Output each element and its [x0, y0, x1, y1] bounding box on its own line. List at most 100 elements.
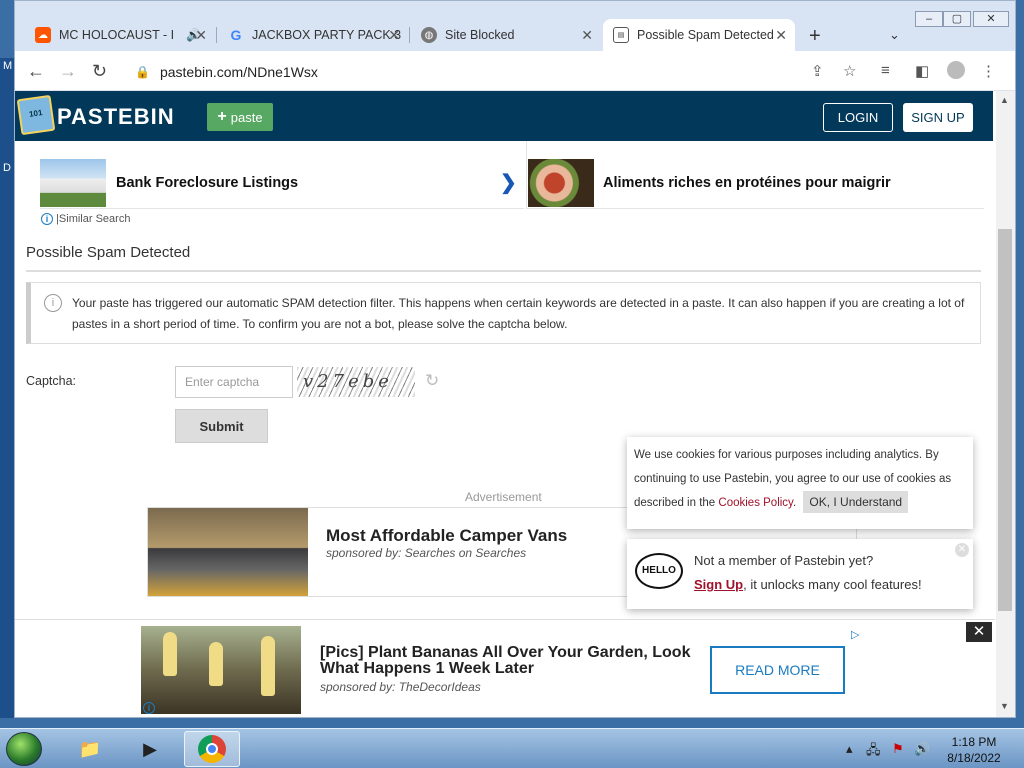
reload-icon[interactable]: ↻ — [92, 61, 107, 81]
tab-title: Possible Spam Detected — [637, 28, 774, 42]
cookie-text-end: . — [792, 497, 797, 509]
system-clock[interactable]: 1:18 PM 8/18/2022 — [938, 734, 1010, 766]
minimize-icon[interactable]: – — [915, 11, 943, 27]
signup-link[interactable]: Sign Up — [694, 577, 743, 592]
action-center-icon[interactable]: ⚑ — [892, 741, 904, 757]
reading-list-icon[interactable]: ≡ — [881, 62, 890, 79]
address-bar[interactable]: 🔒 pastebin.com/NDne1Wsx — [127, 57, 1007, 87]
spam-notice: i Your paste has triggered our automatic… — [26, 282, 981, 344]
ad-headline: [Pics] Plant Bananas All Over Your Garde… — [320, 644, 691, 677]
food-thumbnail — [528, 159, 594, 207]
start-button[interactable] — [6, 732, 42, 766]
promo-text: Not a member of Pastebin yet? — [694, 553, 874, 568]
new-paste-label: paste — [230, 109, 263, 125]
tab-title: MC HOLOCAUST - I — [59, 28, 175, 42]
info-icon[interactable]: i — [143, 702, 155, 714]
taskbar: 📁 ▶ ▴ 🖧 ⚑ 🔊 1:18 PM 8/18/2022 — [0, 728, 1024, 768]
globe-icon: ◍ — [421, 27, 437, 43]
tab-google[interactable]: G JACKBOX PARTY PACK 3 ✕ — [218, 19, 408, 51]
close-ad-icon[interactable]: ✕ — [966, 622, 992, 642]
desktop-icon-label: M — [3, 60, 13, 72]
cookie-banner: We use cookies for various purposes incl… — [627, 437, 973, 529]
similar-search[interactable]: i |Similar Search — [41, 213, 130, 225]
tab-site-blocked[interactable]: ◍ Site Blocked ✕ — [411, 19, 601, 51]
tab-possible-spam[interactable]: ▤ Possible Spam Detected ✕ — [603, 19, 795, 51]
profile-avatar-icon[interactable] — [947, 61, 965, 79]
ad-headline: Aliments riches en protéines pour maigri… — [603, 175, 891, 191]
promo-text-2: Sign Up, it unlocks many cool features! — [694, 577, 922, 592]
sticky-bottom-ad[interactable]: ✕ [Pics] Plant Bananas All Over Your Gar… — [15, 619, 995, 717]
info-icon: i — [44, 294, 62, 312]
captcha-image: v27ebe — [297, 367, 415, 397]
submit-button[interactable]: Submit — [175, 409, 268, 443]
house-thumbnail — [40, 159, 106, 207]
scrollbar-thumb[interactable] — [998, 229, 1012, 611]
share-icon[interactable]: ⇪ — [811, 62, 824, 80]
desktop-icon-label: D — [3, 162, 11, 174]
tab-search-chevron-icon[interactable]: ⌄ — [889, 27, 900, 43]
volume-icon[interactable]: 🔊 — [914, 741, 930, 757]
ad-headline: Bank Foreclosure Listings — [116, 175, 299, 191]
brand-name[interactable]: PASTEBIN — [57, 104, 175, 130]
side-panel-icon[interactable]: ◧ — [915, 62, 929, 80]
similar-search-label: |Similar Search — [56, 213, 131, 225]
tab-separator — [216, 27, 217, 43]
banana-garden-image — [141, 626, 301, 714]
camper-van-image — [148, 508, 308, 596]
page-title: Possible Spam Detected — [26, 244, 191, 261]
show-hidden-icons[interactable]: ▴ — [846, 741, 853, 757]
close-tab-icon[interactable]: ✕ — [581, 27, 593, 44]
menu-kebab-icon[interactable]: ⋮ — [981, 62, 996, 80]
browser-toolbar: ← → ↻ 🔒 pastebin.com/NDne1Wsx ⇪ ☆ ≡ ◧ ⋮ — [15, 51, 1015, 91]
divider — [26, 270, 981, 272]
forward-arrow-icon[interactable]: → — [59, 61, 77, 81]
desktop-edge: M D — [0, 58, 14, 718]
new-tab-icon[interactable]: + — [809, 25, 821, 48]
chevron-right-icon: ❯ — [500, 172, 517, 194]
scroll-down-icon[interactable]: ▼ — [1000, 701, 1009, 711]
maximize-icon[interactable]: ▢ — [943, 11, 971, 27]
info-icon[interactable]: i — [41, 213, 53, 225]
close-tab-icon[interactable]: ✕ — [388, 27, 400, 44]
signup-button[interactable]: SIGN UP — [903, 103, 973, 132]
media-player-icon[interactable]: ▶ — [122, 731, 178, 767]
captcha-input[interactable]: Enter captcha — [175, 366, 293, 398]
close-tab-icon[interactable]: ✕ — [195, 27, 207, 44]
adchoices-icon[interactable]: ▷ — [851, 628, 859, 641]
read-more-button[interactable]: READ MORE — [710, 646, 845, 694]
chrome-icon[interactable] — [184, 731, 240, 767]
page-scrollbar[interactable]: ▲ ▼ — [996, 91, 1015, 717]
file-explorer-icon[interactable]: 📁 — [62, 731, 118, 767]
banana-shape — [163, 632, 177, 676]
hello-bubble-icon: HELLO — [635, 553, 683, 589]
back-arrow-icon[interactable]: ← — [27, 61, 45, 81]
refresh-captcha-icon[interactable]: ↻ — [425, 371, 439, 391]
scroll-up-icon[interactable]: ▲ — [1000, 95, 1009, 105]
banana-shape — [261, 636, 275, 696]
site-header: 101 PASTEBIN + paste LOGIN SIGN UP — [15, 91, 993, 141]
tab-soundcloud[interactable]: ☁ MC HOLOCAUST - I 🔊 ✕ — [25, 19, 215, 51]
spam-notice-text: Your paste has triggered our automatic S… — [72, 296, 965, 331]
cookie-accept-button[interactable]: OK, I Understand — [803, 491, 909, 513]
google-icon: G — [230, 27, 242, 43]
related-ad-left[interactable]: Bank Foreclosure Listings ❯ — [40, 141, 524, 209]
login-button[interactable]: LOGIN — [823, 103, 893, 132]
tab-title: JACKBOX PARTY PACK 3 — [252, 28, 402, 42]
lock-icon: 🔒 — [135, 65, 150, 79]
bookmark-star-icon[interactable]: ☆ — [843, 62, 856, 80]
new-paste-button[interactable]: + paste — [207, 103, 273, 131]
pastebin-icon: ▤ — [613, 27, 629, 43]
cookies-policy-link[interactable]: Cookies Policy — [718, 497, 793, 509]
close-popup-icon[interactable]: ✕ — [955, 543, 969, 557]
chrome-logo — [198, 735, 226, 763]
related-ad-right[interactable]: Aliments riches en protéines pour maigri… — [526, 141, 984, 209]
close-window-icon[interactable]: ✕ — [973, 11, 1009, 27]
close-tab-icon[interactable]: ✕ — [775, 27, 787, 44]
pastebin-logo[interactable]: 101 — [16, 94, 56, 136]
banana-shape — [209, 642, 223, 686]
browser-window: ☁ MC HOLOCAUST - I 🔊 ✕ G JACKBOX PARTY P… — [14, 0, 1016, 718]
promo-text-rest: , it unlocks many cool features! — [743, 577, 922, 592]
network-icon[interactable]: 🖧 — [866, 741, 881, 763]
ad-sponsor: sponsored by: TheDecorIdeas — [320, 680, 481, 694]
clock-time: 1:18 PM — [951, 735, 997, 749]
